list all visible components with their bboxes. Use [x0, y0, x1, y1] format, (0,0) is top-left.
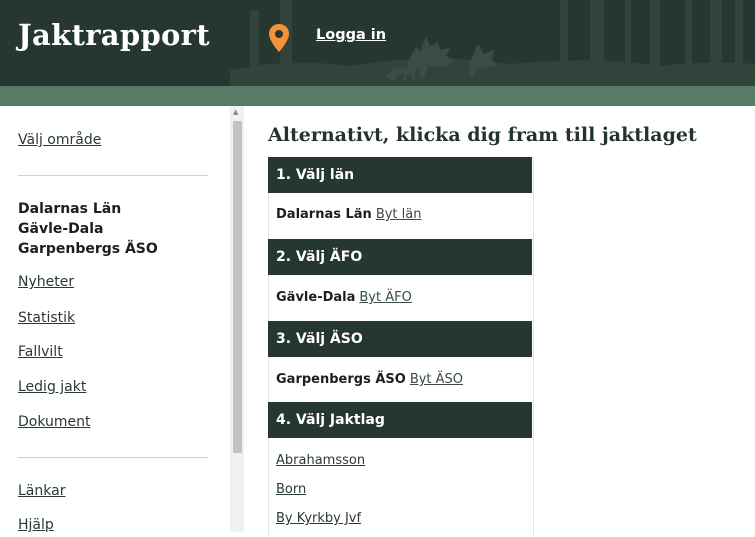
hunting-team-link[interactable]: Born — [276, 482, 306, 497]
scrollbar-thumb[interactable] — [233, 121, 242, 453]
hunting-team-link[interactable]: Abrahamsson — [276, 453, 365, 468]
sidebar-item-links[interactable]: Länkar — [18, 483, 65, 499]
location-county: Dalarnas Län — [18, 201, 122, 217]
scroll-up-icon[interactable]: ▲ — [233, 109, 238, 116]
change-county-link[interactable]: Byt län — [376, 207, 422, 222]
header-band — [0, 86, 755, 106]
location-afo: Gävle-Dala — [18, 221, 104, 237]
sidebar-divider — [18, 457, 208, 458]
step-2-row: Gävle-Dala Byt ÄFO — [276, 290, 412, 305]
sidebar-item-documents[interactable]: Dokument — [18, 414, 91, 430]
location-aso: Garpenbergs ÄSO — [18, 241, 158, 257]
sidebar: Välj område Dalarnas Län Gävle-Dala Garp… — [0, 106, 230, 533]
location-pin-icon — [269, 24, 289, 52]
step-3-row: Garpenbergs ÄSO Byt ÄSO — [276, 372, 463, 387]
change-aso-link[interactable]: Byt ÄSO — [410, 372, 463, 387]
step-4-heading: 4. Välj Jaktlag — [268, 402, 532, 438]
choose-area-link[interactable]: Välj område — [18, 132, 101, 148]
login-link[interactable]: Logga in — [316, 27, 386, 43]
step-3-heading: 3. Välj ÄSO — [268, 321, 532, 357]
selected-county: Dalarnas Län — [276, 207, 372, 222]
selected-aso: Garpenbergs ÄSO — [276, 372, 406, 387]
site-logo[interactable]: Jaktrapport — [18, 18, 210, 52]
change-afo-link[interactable]: Byt ÄFO — [359, 290, 411, 305]
page-title: Alternativt, klicka dig fram till jaktla… — [268, 124, 697, 146]
step-2-heading: 2. Välj ÄFO — [268, 239, 532, 275]
step-1-heading: 1. Välj län — [268, 157, 532, 193]
sidebar-item-help[interactable]: Hjälp — [18, 517, 54, 533]
forest-moose-illustration — [230, 0, 755, 86]
step-1-row: Dalarnas Län Byt län — [276, 207, 421, 222]
sidebar-item-news[interactable]: Nyheter — [18, 274, 74, 290]
selected-afo: Gävle-Dala — [276, 290, 356, 305]
sidebar-item-statistics[interactable]: Statistik — [18, 310, 75, 326]
sidebar-item-vacant-hunting[interactable]: Ledig jakt — [18, 379, 86, 395]
sidebar-divider — [18, 175, 208, 176]
sidebar-item-fallvilt[interactable]: Fallvilt — [18, 344, 63, 360]
site-header: Jaktrapport Logga in — [0, 0, 755, 86]
hunting-team-link[interactable]: By Kyrkby Jvf — [276, 511, 361, 526]
